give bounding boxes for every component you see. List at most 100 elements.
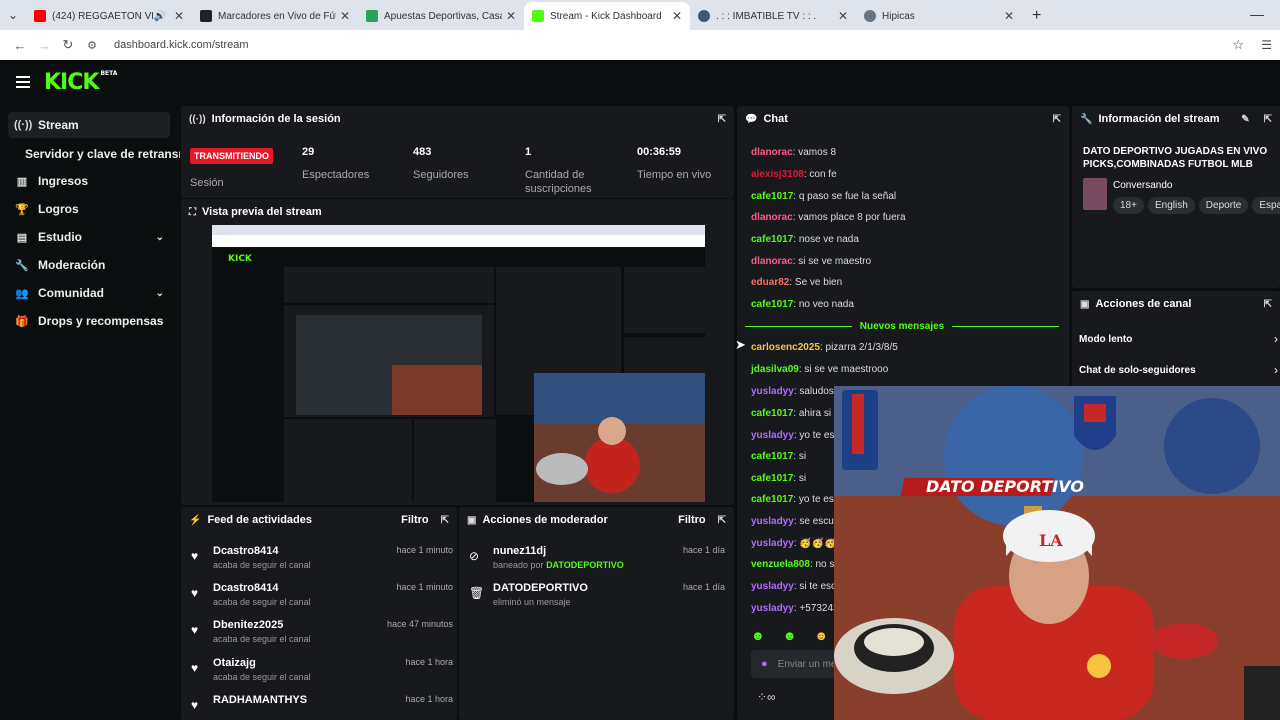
popout-icon[interactable]: ⇱: [441, 515, 449, 526]
browser-tab[interactable]: Apuestas Deportivas, Casa de A ✕: [358, 2, 524, 30]
chat-username[interactable]: yusladyy: [751, 581, 794, 592]
chat-username[interactable]: yusladyy: [751, 603, 794, 614]
sidebar-item-stream[interactable]: ((·)) Stream: [8, 112, 170, 138]
chat-message[interactable]: dlanorac: vamos 8: [751, 147, 836, 158]
chat-message[interactable]: cafe1017: q paso se fue la señal: [751, 191, 896, 202]
new-tab-icon[interactable]: +: [1022, 2, 1051, 30]
popout-icon[interactable]: ⇱: [1053, 114, 1061, 125]
tab-close-icon[interactable]: ✕: [174, 9, 184, 23]
chat-message[interactable]: cafe1017: no veo nada: [751, 299, 854, 310]
edit-pencil-icon[interactable]: ✎: [1241, 114, 1249, 125]
popout-icon[interactable]: ⇱: [718, 114, 726, 125]
extensions-icon[interactable]: ☰: [1261, 38, 1272, 52]
bookmark-star-icon[interactable]: ☆: [1232, 37, 1244, 53]
site-info-icon[interactable]: ⚙: [80, 39, 104, 52]
chevron-down-icon[interactable]: ⌄: [156, 288, 164, 299]
chat-message[interactable]: cafe1017: si: [751, 473, 806, 484]
minimize-icon[interactable]: —: [1250, 6, 1264, 22]
back-icon[interactable]: ←: [8, 38, 32, 53]
chat-message[interactable]: alexisj3108: con fe: [751, 169, 837, 180]
stream-preview-video[interactable]: KICK: [212, 225, 705, 502]
url-input[interactable]: dashboard.kick.com/stream: [114, 39, 249, 51]
tab-close-icon[interactable]: ✕: [672, 9, 682, 23]
chevron-right-icon[interactable]: ›: [1274, 332, 1278, 346]
popout-icon[interactable]: ⇱: [1264, 114, 1272, 125]
chat-settings-icon[interactable]: ⁘∞: [757, 690, 776, 704]
chat-username[interactable]: dlanorac: [751, 256, 793, 267]
microphone-icon[interactable]: ●: [761, 658, 768, 670]
chat-message[interactable]: yusladyy: saludos: [751, 386, 834, 397]
sidebar-item-comunidad[interactable]: 👥 Comunidad ⌄: [8, 280, 170, 306]
chat-username[interactable]: cafe1017: [751, 234, 793, 245]
sidebar-item-estudio[interactable]: ▤ Estudio ⌄: [8, 224, 170, 250]
chat-message[interactable]: yusladyy: 🥳🥳🥳: [751, 538, 837, 549]
forward-icon[interactable]: →: [32, 38, 56, 53]
chat-message[interactable]: yusladyy: si te escu: [751, 581, 842, 592]
category-name[interactable]: Conversando: [1113, 180, 1172, 191]
chat-message[interactable]: jdasilva09: si se ve maestrooo: [751, 364, 888, 375]
tab-close-icon[interactable]: ✕: [340, 9, 350, 23]
chat-message[interactable]: cafe1017: si: [751, 451, 806, 462]
slow-mode-toggle[interactable]: Modo lento: [1079, 334, 1132, 345]
sidebar-item-drops[interactable]: 🎁 Drops y recompensas: [8, 308, 170, 334]
kick-logo[interactable]: KICK BETA: [44, 70, 117, 95]
chat-username[interactable]: cafe1017: [751, 299, 793, 310]
chat-message[interactable]: carlosenc2025: pizarra 2/1/3/8/5: [751, 342, 898, 353]
tab-close-icon[interactable]: ✕: [838, 9, 848, 23]
popout-icon[interactable]: ⇱: [1264, 299, 1272, 310]
tab-close-icon[interactable]: ✕: [1004, 9, 1014, 23]
sidebar-item-moderacion[interactable]: 🔧 Moderación: [8, 252, 170, 278]
chat-message[interactable]: venzuela808: no s: [751, 559, 834, 570]
browser-tab[interactable]: (424) REGGAETON VERSIÓN 🔊 ✕: [26, 2, 192, 30]
chat-username[interactable]: yusladyy: [751, 386, 794, 397]
tag-chip[interactable]: 18+: [1113, 197, 1144, 214]
chat-message[interactable]: dlanorac: si se ve maestro: [751, 256, 871, 267]
chat-message[interactable]: dlanorac: vamos place 8 por fuera: [751, 212, 906, 223]
chat-message[interactable]: eduar82: Se ve bien: [751, 277, 842, 288]
chat-username[interactable]: cafe1017: [751, 191, 793, 202]
chat-message[interactable]: yusladyy: yo te esc: [751, 430, 839, 441]
chat-username[interactable]: cafe1017: [751, 494, 793, 505]
chat-username[interactable]: yusladyy: [751, 538, 794, 549]
reload-icon[interactable]: ↻: [56, 37, 80, 53]
sidebar-item-server-key[interactable]: Servidor y clave de retransmisión: [25, 147, 180, 161]
tag-chip[interactable]: English: [1147, 197, 1195, 214]
tag-chip[interactable]: Deporte: [1198, 197, 1249, 214]
popout-icon[interactable]: ⇱: [718, 515, 726, 526]
tab-close-icon[interactable]: ✕: [506, 9, 516, 23]
emote-icon[interactable]: ☻: [814, 628, 828, 643]
tag-chip[interactable]: Espa: [1252, 197, 1280, 214]
chat-message[interactable]: cafe1017: yo te esc: [751, 494, 839, 505]
chat-username[interactable]: cafe1017: [751, 408, 793, 419]
chat-username[interactable]: eduar82: [751, 277, 789, 288]
chat-message[interactable]: cafe1017: nose ve nada: [751, 234, 859, 245]
chevron-right-icon[interactable]: ›: [1274, 363, 1278, 377]
chat-username[interactable]: venzuela808: [751, 559, 810, 570]
chat-message[interactable]: cafe1017: ahira si s: [751, 408, 839, 419]
chat-message[interactable]: yusladyy: se escu: [751, 516, 834, 527]
tab-search-chevron-icon[interactable]: ⌄: [0, 0, 26, 30]
chat-username[interactable]: dlanorac: [751, 212, 793, 223]
chat-username[interactable]: carlosenc2025: [751, 342, 820, 353]
chat-username[interactable]: jdasilva09: [751, 364, 799, 375]
sidebar-item-ingresos[interactable]: ▥ Ingresos: [8, 168, 170, 194]
chat-username[interactable]: yusladyy: [751, 430, 794, 441]
browser-tab[interactable]: Marcadores en Vivo de Fútbol, ✕: [192, 2, 358, 30]
chat-message[interactable]: yusladyy: +573243: [751, 603, 839, 614]
emote-icon[interactable]: ☻: [783, 628, 797, 643]
browser-tab-active[interactable]: Stream - Kick Dashboard ✕: [524, 2, 690, 30]
emote-icon[interactable]: ☻: [751, 628, 765, 643]
chat-username[interactable]: cafe1017: [751, 451, 793, 462]
category-thumbnail[interactable]: [1083, 178, 1107, 210]
browser-tab[interactable]: . : : IMBATIBLE TV : : . ✕: [690, 2, 856, 30]
chevron-down-icon[interactable]: ⌄: [156, 232, 164, 243]
sidebar-item-logros[interactable]: 🏆 Logros: [8, 196, 170, 222]
feed-filter-button[interactable]: Filtro: [401, 514, 429, 526]
mod-filter-button[interactable]: Filtro: [678, 514, 706, 526]
browser-tab[interactable]: Hipicas ✕: [856, 2, 1022, 30]
chat-username[interactable]: yusladyy: [751, 516, 794, 527]
followers-only-chat-toggle[interactable]: Chat de solo-seguidores: [1079, 365, 1196, 376]
chat-username[interactable]: dlanorac: [751, 147, 793, 158]
chat-username[interactable]: cafe1017: [751, 473, 793, 484]
chat-username[interactable]: alexisj3108: [751, 169, 804, 180]
